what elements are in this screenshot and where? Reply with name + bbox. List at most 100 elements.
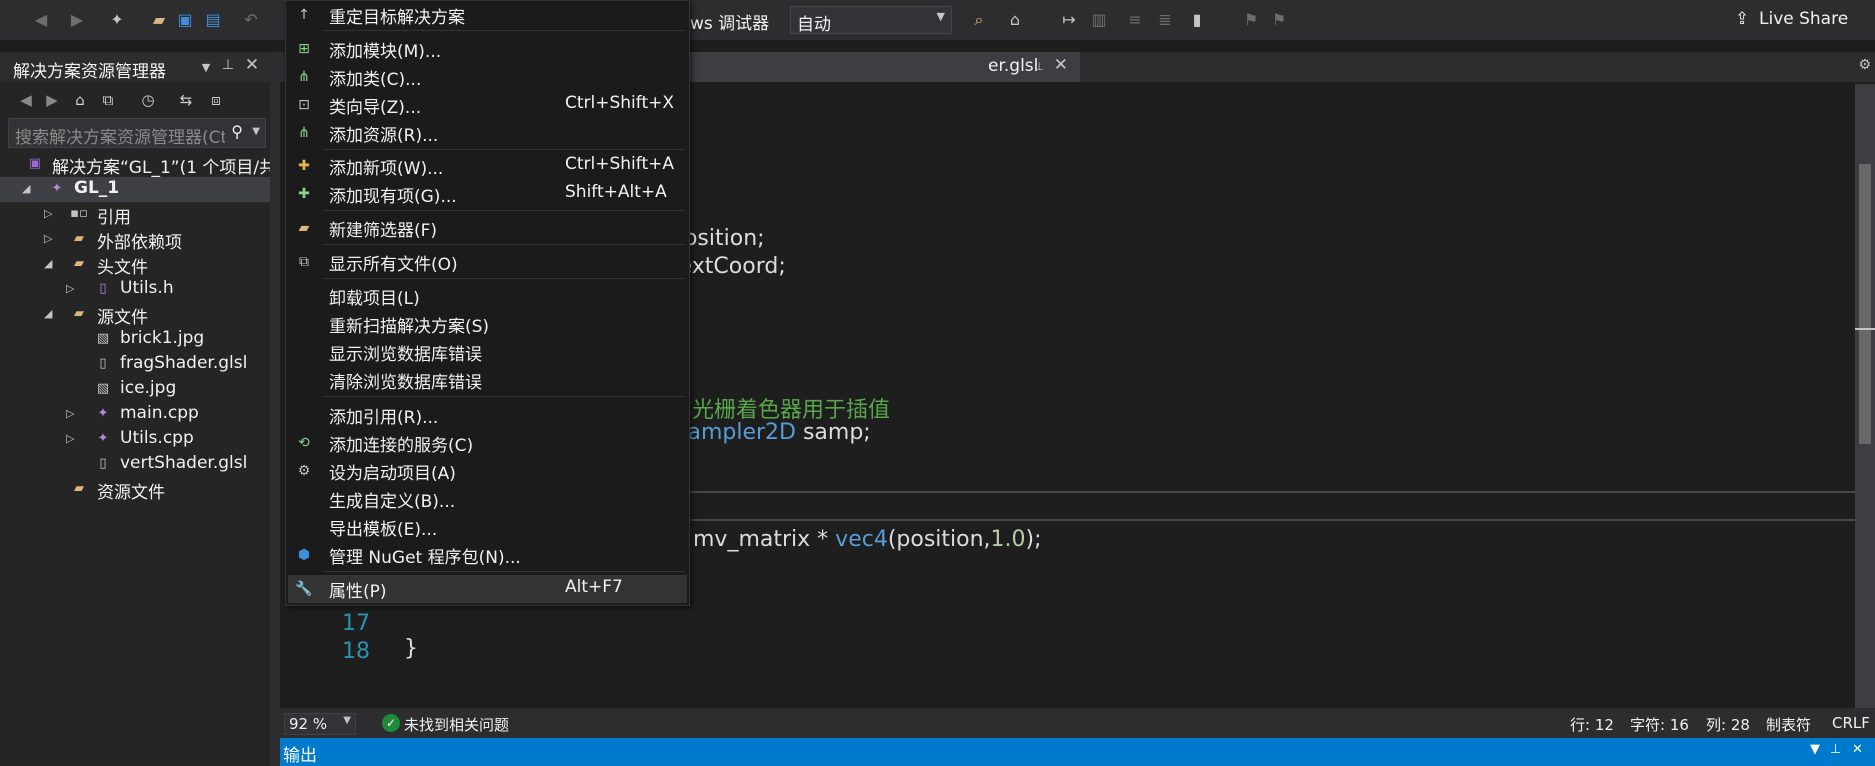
- menu-item-clear-db-errors[interactable]: 清除浏览数据库错误: [288, 366, 687, 394]
- line-indicator[interactable]: 行: 12: [1570, 714, 1614, 735]
- scrollbar-thumb[interactable]: [1859, 164, 1871, 444]
- panel-dropdown-icon[interactable]: ▼: [1810, 742, 1820, 757]
- tree-item-utils-cpp[interactable]: ▷ ✦ Utils.cpp: [0, 427, 270, 452]
- tree-item-main-cpp[interactable]: ▷ ✦ main.cpp: [0, 402, 270, 427]
- menu-item-add-existing-item[interactable]: ✚ 添加现有项(G)... Shift+Alt+A: [288, 180, 687, 208]
- col-indicator[interactable]: 列: 28: [1706, 714, 1750, 735]
- menu-item-unload-project[interactable]: 卸载项目(L): [288, 282, 687, 310]
- expand-icon[interactable]: ◢: [44, 257, 58, 270]
- live-share-button[interactable]: ⇪ Live Share: [1735, 9, 1848, 29]
- save-all-icon[interactable]: ▤: [202, 9, 224, 31]
- tree-item-fragshader[interactable]: ▯ fragShader.glsl: [0, 352, 270, 377]
- pin-icon[interactable]: ⊥: [1830, 742, 1841, 757]
- collapse-arrow-icon[interactable]: ▷: [44, 232, 58, 245]
- menu-item-add-connected-service[interactable]: ⟲ 添加连接的服务(C): [288, 429, 687, 457]
- settings-icon[interactable]: ⚙: [1858, 57, 1871, 73]
- menu-item-add-reference[interactable]: 添加引用(R)...: [288, 401, 687, 429]
- uncomment-icon[interactable]: ≣: [1154, 9, 1176, 31]
- expand-icon[interactable]: ◢: [22, 182, 36, 195]
- issues-status[interactable]: 未找到相关问题: [404, 714, 509, 735]
- menu-item-add-new-item[interactable]: ✚ 添加新项(W)... Ctrl+Shift+A: [288, 152, 687, 180]
- menu-item-class-wizard[interactable]: ⊡ 类向导(Z)... Ctrl+Shift+X: [288, 91, 687, 119]
- home-icon[interactable]: ⌂: [70, 91, 90, 109]
- gear-icon: ⚙: [297, 463, 311, 479]
- vertical-scrollbar[interactable]: [1855, 84, 1875, 738]
- solution-icon: ▣: [28, 156, 42, 171]
- folder-icon: ▰: [74, 306, 84, 321]
- search-options-icon[interactable]: ▼: [252, 126, 260, 137]
- collapse-arrow-icon[interactable]: ▷: [66, 432, 80, 445]
- menu-item-add-resource[interactable]: ⋔ 添加资源(R)...: [288, 119, 687, 147]
- back-icon[interactable]: ◀: [16, 91, 36, 109]
- panel-dropdown-icon[interactable]: ▼: [198, 61, 214, 74]
- menu-item-properties[interactable]: 🔧 属性(P) Alt+F7: [288, 575, 687, 603]
- collapse-all-icon[interactable]: ⧈: [206, 91, 226, 109]
- next-bookmark-icon[interactable]: ⚑: [1268, 9, 1290, 31]
- tab-shader-file[interactable]: er.glsl ⊥ ✕: [690, 52, 1080, 82]
- menu-item-manage-nuget[interactable]: ⬢ 管理 NuGet 程序包(N)...: [288, 541, 687, 569]
- save-icon[interactable]: ▣: [174, 9, 196, 31]
- expand-icon[interactable]: ◢: [44, 307, 58, 320]
- sync-icon[interactable]: ⇆: [176, 91, 196, 109]
- char-indicator[interactable]: 字符: 16: [1630, 714, 1689, 735]
- forward-icon[interactable]: ▶: [66, 9, 88, 31]
- tree-item-project[interactable]: ◢ ✦ GL_1: [0, 177, 270, 202]
- solution-search-input[interactable]: 搜索解决方案资源管理器(Ct ⚲ ▼: [8, 118, 266, 148]
- menu-item-add-module[interactable]: ⊞ 添加模块(M)...: [288, 35, 687, 63]
- menu-item-new-filter[interactable]: ▰ 新建筛选器(F): [288, 214, 687, 242]
- image-file-icon: ▧: [96, 381, 110, 396]
- menu-item-retarget[interactable]: ↑ 重定目标解决方案: [288, 1, 687, 29]
- tree-item-header-files[interactable]: ◢ ▰ 头文件: [0, 252, 270, 278]
- nuget-icon: ⬢: [297, 547, 311, 563]
- collapse-arrow-icon[interactable]: ▷: [44, 207, 58, 220]
- eol-indicator[interactable]: CRLF: [1832, 714, 1870, 732]
- close-icon[interactable]: ✕: [1852, 742, 1863, 757]
- debugger-label[interactable]: ws 调试器: [690, 9, 769, 34]
- tabs-indicator[interactable]: 制表符: [1766, 714, 1811, 735]
- comment-icon[interactable]: ≡: [1124, 9, 1146, 31]
- switch-views-icon[interactable]: ⧉: [98, 91, 118, 109]
- layout-icon[interactable]: ▥: [1088, 9, 1110, 31]
- new-project-icon[interactable]: ✦: [106, 9, 128, 31]
- pin-icon[interactable]: ⊥: [220, 57, 236, 73]
- tree-item-ice[interactable]: ▧ ice.jpg: [0, 377, 270, 402]
- tree-item-vertshader[interactable]: ▯ vertShader.glsl: [0, 452, 270, 477]
- bookmark-nav-icon[interactable]: ↦: [1058, 9, 1080, 31]
- menu-item-build-customizations[interactable]: 生成自定义(B)...: [288, 485, 687, 513]
- menu-item-label: 添加引用(R)...: [329, 408, 439, 428]
- undo-icon[interactable]: ↶: [240, 9, 262, 31]
- tree-item-brick1[interactable]: ▧ brick1.jpg: [0, 327, 270, 352]
- collapse-arrow-icon[interactable]: ▷: [66, 407, 80, 420]
- back-icon[interactable]: ◀: [30, 9, 52, 31]
- menu-item-set-startup[interactable]: ⚙ 设为启动项目(A): [288, 457, 687, 485]
- menu-item-rescan-solution[interactable]: 重新扫描解决方案(S): [288, 310, 687, 338]
- tree-item-external-deps[interactable]: ▷ ▰ 外部依赖项: [0, 227, 270, 253]
- solution-config-dropdown[interactable]: 自动 ▼: [790, 6, 952, 35]
- pin-icon[interactable]: ⊥: [1034, 60, 1044, 73]
- tree-item-source-files[interactable]: ◢ ▰ 源文件: [0, 302, 270, 328]
- menu-item-show-db-errors[interactable]: 显示浏览数据库错误: [288, 338, 687, 366]
- tree-item-solution[interactable]: ▣ 解决方案“GL_1”(1 个项目/共: [0, 152, 276, 178]
- panel-splitter[interactable]: [270, 52, 280, 766]
- browse-icon[interactable]: ⌂: [1004, 9, 1026, 31]
- menu-item-label: 添加新项(W)...: [329, 159, 444, 179]
- zoom-dropdown[interactable]: 92 % ▼: [284, 713, 356, 735]
- tree-item-resource-files[interactable]: ▰ 资源文件: [0, 477, 270, 503]
- collapse-arrow-icon[interactable]: ▷: [66, 282, 80, 295]
- find-in-files-icon[interactable]: ⌕: [968, 9, 990, 31]
- menu-item-export-template[interactable]: 导出模板(E)...: [288, 513, 687, 541]
- prev-bookmark-icon[interactable]: ⚑: [1240, 9, 1262, 31]
- close-tab-icon[interactable]: ✕: [1054, 55, 1068, 75]
- tree-item-utils-h[interactable]: ▷ ▯ Utils.h: [0, 277, 270, 302]
- bookmark-icon[interactable]: ▮: [1186, 9, 1208, 31]
- menu-item-label: 卸载项目(L): [329, 289, 420, 309]
- output-panel-header[interactable]: 输出 ▼ ⊥ ✕: [280, 738, 1875, 766]
- menu-item-add-class[interactable]: ⋔ 添加类(C)...: [288, 63, 687, 91]
- forward-icon[interactable]: ▶: [42, 91, 62, 109]
- pending-changes-icon[interactable]: ◷: [138, 91, 158, 109]
- menu-item-show-all-files[interactable]: ⧉ 显示所有文件(O): [288, 248, 687, 276]
- close-icon[interactable]: ✕: [244, 55, 260, 75]
- tree-item-references[interactable]: ▷ ▪▫ 引用: [0, 202, 270, 228]
- search-icon[interactable]: ⚲: [231, 122, 243, 141]
- open-folder-icon[interactable]: ▰: [148, 9, 170, 31]
